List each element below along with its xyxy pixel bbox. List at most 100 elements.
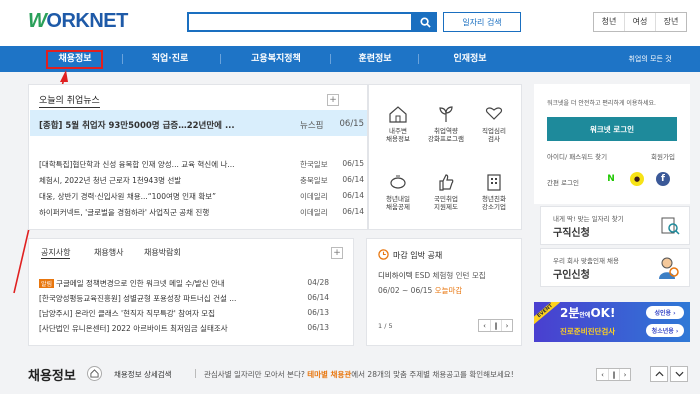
notice-row[interactable]: [사단법인 유니온센터] 2022 아르바이트 최저임금 실태조사 06/13 bbox=[39, 323, 329, 334]
talent-apply-card[interactable]: 우리 회사 맞춤인재 채용 구인신청 bbox=[540, 248, 690, 287]
job-apply-title: 구직신청 bbox=[553, 228, 590, 239]
quick-item-nearby-jobs[interactable]: 내주변 채용정보 bbox=[374, 90, 422, 158]
banner-mid: 안에 bbox=[579, 312, 591, 319]
next-button[interactable]: › bbox=[501, 320, 512, 331]
quick-menu-card: 내주변 채용정보 취업역량 강화프로그램 직업심리 검사 청년내일 채움공제 국민취업 지… bbox=[368, 84, 522, 230]
magnifier-doc-icon bbox=[661, 217, 680, 235]
pause-button[interactable]: ‖ bbox=[608, 369, 619, 380]
facebook-login-button[interactable]: f bbox=[656, 172, 670, 186]
quick-label: 지원제도 bbox=[434, 202, 458, 211]
notice-tag: 알림 bbox=[39, 279, 55, 288]
news-more-button[interactable]: + bbox=[327, 94, 339, 106]
notice-text: [한국양성평등교육진흥원] 성별균형 포용성장 파트너십 건설 ... bbox=[39, 294, 237, 303]
quick-label: 강소기업 bbox=[482, 202, 506, 211]
news-row[interactable]: 대웅, 상반기 경력·신입사원 채용...“100여명 인재 확보” 이데일리 … bbox=[39, 191, 364, 202]
news-date: 06/15 bbox=[342, 159, 364, 168]
signup-link[interactable]: 회원가입 bbox=[651, 151, 675, 161]
heart-hand-icon bbox=[485, 107, 503, 120]
banner-teen-button[interactable]: 청소년용 › bbox=[646, 324, 684, 337]
detail-search-link[interactable]: 채용정보 상세검색 bbox=[114, 369, 172, 380]
banner-adult-button[interactable]: 성인용 › bbox=[646, 306, 684, 319]
notice-row[interactable]: [한국양성평등교육진흥원] 성별균형 포용성장 파트너십 건설 ... 06/1… bbox=[39, 293, 329, 304]
news-row[interactable]: 하이퍼커넥트, '글로벌을 경험하라' 사업직군 공채 진행 이데일리 06/1… bbox=[39, 207, 364, 218]
deadline-status: 오늘마감 bbox=[434, 286, 463, 295]
quick-label: 검사 bbox=[488, 135, 500, 144]
notice-date: 06/14 bbox=[307, 293, 329, 302]
news-date: 06/14 bbox=[342, 191, 364, 200]
news-date: 06/14 bbox=[342, 207, 364, 216]
quick-item-program[interactable]: 취업역량 강화프로그램 bbox=[422, 90, 470, 158]
msg-pre: 관심사별 일자리만 모아서 본다? bbox=[204, 370, 305, 379]
prev-button[interactable]: ‹ bbox=[597, 369, 608, 380]
login-card: 워크넷을 더 안전하고 편리하게 이용하세요. 워크넷 로그인 아이디/ 패스워… bbox=[534, 84, 690, 204]
news-date: 06/15 bbox=[339, 119, 365, 129]
quick-label: 청년내일 bbox=[386, 194, 410, 203]
notice-date: 06/13 bbox=[307, 323, 329, 332]
jobs-section-header: 채용정보 채용정보 상세검색 관심사별 일자리만 모아서 본다? 테마별 채용관… bbox=[0, 355, 700, 394]
quick-item-psych-test[interactable]: 직업심리 검사 bbox=[470, 90, 518, 158]
deadline-period: 06/02 ~ 06/15 bbox=[378, 286, 433, 295]
news-source: 이데일리 bbox=[300, 192, 328, 201]
theme-link[interactable]: 테마별 채용관 bbox=[307, 370, 351, 379]
job-apply-card[interactable]: 내게 딱! 맞는 일자리 찾기 구직신청 bbox=[540, 206, 690, 245]
find-account-link[interactable]: 아이디/ 패스워드 찾기 bbox=[547, 151, 607, 161]
quick-item-savings[interactable]: 청년내일 채움공제 bbox=[374, 158, 422, 226]
tab-notice[interactable]: 공지사항 bbox=[41, 247, 71, 259]
news-date: 06/14 bbox=[342, 175, 364, 184]
news-source: 이데일리 bbox=[300, 208, 328, 217]
tab-events[interactable]: 채용행사 bbox=[94, 247, 123, 258]
deadline-company: 디비하이텍 bbox=[378, 271, 413, 280]
chevron-down-icon bbox=[674, 371, 684, 377]
banner-sub: 진로준비진단검사 bbox=[560, 327, 616, 336]
news-card: 오늘의 취업뉴스 + [종합] 5월 취업자 93만5000명 급증…22년만에… bbox=[28, 84, 368, 230]
news-source: 한국일보 bbox=[300, 160, 328, 169]
chevron-up-icon bbox=[654, 371, 664, 377]
quick-label: 채용정보 bbox=[386, 135, 410, 144]
news-row[interactable]: 체험시, 2022년 청년 근로자 1천943명 선발 충북일보 06/14 bbox=[39, 175, 364, 186]
talent-apply-sub: 우리 회사 맞춤인재 채용 bbox=[553, 257, 619, 265]
home-icon bbox=[90, 369, 99, 378]
job-apply-sub: 내게 딱! 맞는 일자리 찾기 bbox=[553, 215, 624, 223]
clock-icon bbox=[378, 249, 389, 260]
scroll-up-button[interactable] bbox=[650, 366, 668, 382]
deadline-job-title: ESD 체험형 인턴 모집 bbox=[414, 271, 486, 280]
building-icon bbox=[487, 174, 501, 191]
quick-item-company[interactable]: 청년친화 강소기업 bbox=[470, 158, 518, 226]
deadline-title: 마감 임박 공채 bbox=[393, 251, 443, 260]
section-title: 채용정보 bbox=[28, 369, 76, 384]
news-row[interactable]: [대학특집]협단학과 신성 융복합 인재 양성... 교육 혁신에 나... 한… bbox=[39, 159, 364, 170]
notice-more-button[interactable]: + bbox=[331, 247, 343, 259]
notice-text: [남양주시] 온라인 클래스 '현직자 직무특강' 참여자 모집 bbox=[39, 309, 216, 318]
deadline-pager: ‹ ‖ › bbox=[478, 319, 513, 332]
event-ribbon: EVENT bbox=[534, 302, 561, 325]
news-text: [종합] 5월 취업자 93만5000명 급증…22년만에 ... bbox=[39, 121, 235, 131]
talent-apply-title: 구인신청 bbox=[553, 270, 590, 281]
notice-row[interactable]: [남양주시] 온라인 클래스 '현직자 직무특강' 참여자 모집 06/13 bbox=[39, 308, 329, 319]
login-button[interactable]: 워크넷 로그인 bbox=[547, 117, 677, 141]
top-news-row[interactable]: [종합] 5월 취업자 93만5000명 급증…22년만에 ... 뉴스핌 06… bbox=[39, 119, 364, 131]
prev-button[interactable]: ‹ bbox=[479, 320, 490, 331]
event-banner[interactable]: EVENT 2분안에OK! 진로준비진단검사 성인용 › 청소년용 › bbox=[534, 302, 690, 342]
notice-row[interactable]: 알림 구글메일 정책변경으로 인한 워크넷 메일 수/발신 안내 04/28 bbox=[39, 278, 329, 289]
piggy-bank-icon bbox=[390, 175, 406, 189]
kakao-login-button[interactable]: ● bbox=[630, 172, 644, 186]
notice-date: 04/28 bbox=[307, 278, 329, 287]
quick-label: 채움공제 bbox=[386, 202, 410, 211]
next-button[interactable]: › bbox=[619, 369, 630, 380]
theme-message: 관심사별 일자리만 모아서 본다? 테마별 채용관에서 28개의 맞춤 주제별 … bbox=[204, 369, 514, 380]
news-text: 체험시, 2022년 청년 근로자 1천943명 선발 bbox=[39, 176, 182, 185]
thumbs-up-icon bbox=[439, 174, 454, 191]
plant-icon bbox=[439, 106, 453, 123]
notice-date: 06/13 bbox=[307, 308, 329, 317]
tab-fair[interactable]: 채용박람회 bbox=[144, 247, 181, 258]
news-source: 뉴스핌 bbox=[300, 121, 324, 131]
deadline-card: 마감 임박 공채 디비하이텍 ESD 체험형 인턴 모집 06/02 ~ 06/… bbox=[366, 238, 522, 346]
home-button[interactable] bbox=[87, 366, 102, 381]
deadline-job[interactable]: 디비하이텍 ESD 체험형 인턴 모집 bbox=[378, 270, 486, 281]
notice-card: 공지사항 채용행사 채용박람회 + 알림 구글메일 정책변경으로 인한 워크넷 메… bbox=[28, 238, 354, 346]
quick-item-support[interactable]: 국민취업 지원제도 bbox=[422, 158, 470, 226]
scroll-down-button[interactable] bbox=[670, 366, 688, 382]
house-icon bbox=[389, 106, 407, 123]
naver-login-button[interactable]: N bbox=[604, 172, 618, 186]
pause-button[interactable]: ‖ bbox=[490, 320, 501, 331]
